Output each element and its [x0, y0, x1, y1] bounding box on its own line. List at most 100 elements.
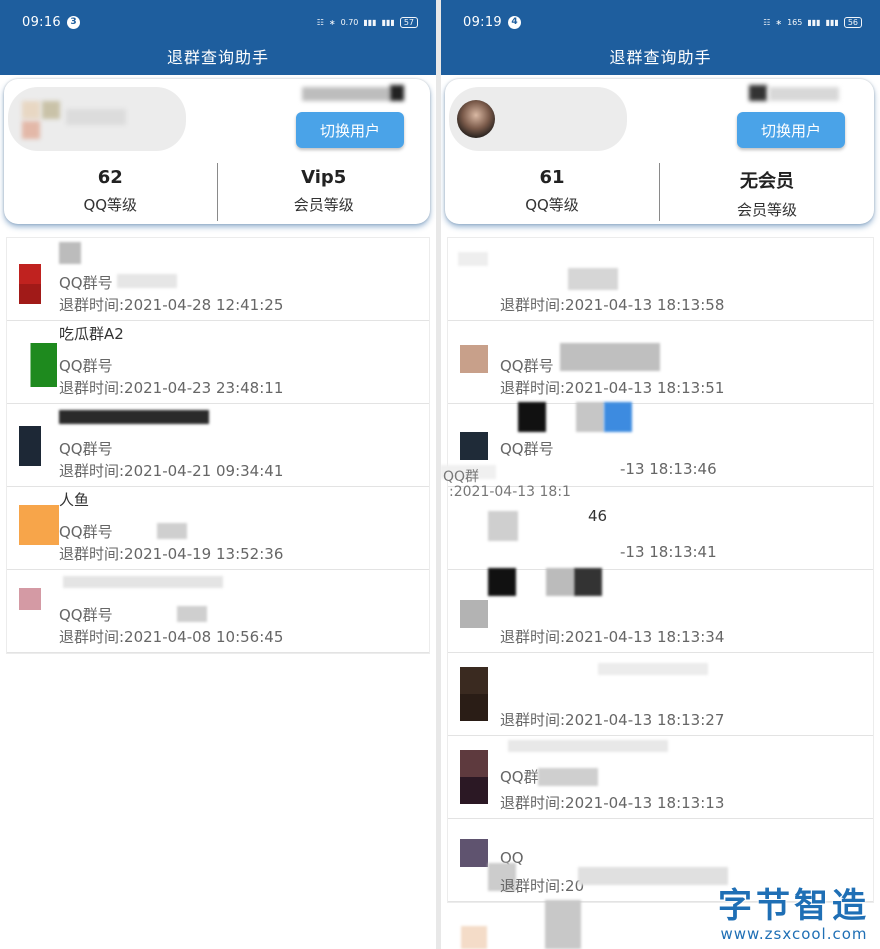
- quit-time: 退群时间:2021-04-13 18:13:13: [500, 794, 725, 812]
- quit-time: 退群时间:2021-04-08 10:56:45: [59, 628, 284, 646]
- vip-level-stat: Vip5 会员等级: [218, 159, 431, 221]
- list-item[interactable]: QQ群号 退群时间:2021-04-08 10:56:45: [7, 570, 429, 653]
- list-item[interactable]: 吃瓜群A2 QQ群号 退群时间:2021-04-23 23:48:11: [7, 321, 429, 404]
- group-avatar: [460, 667, 488, 721]
- list-item[interactable]: QQ群号 退群时间:2021-04-21 09:34:41: [7, 404, 429, 487]
- user-info-pill[interactable]: [449, 87, 627, 151]
- group-name-redacted: [574, 568, 602, 596]
- quit-group-list[interactable]: QQ群号 退群时间:2021-04-28 12:41:25 吃瓜群A2 QQ群号…: [6, 237, 430, 654]
- quit-time: 退群时间:2021-04-13 18:13:51: [500, 379, 725, 397]
- right-screen: 09:19 4 ☷ ∗ 165 ▮▮▮ ▮▮▮ 56 退群查询助手 切换用户 6…: [441, 0, 880, 949]
- qq-level-stat: 61 QQ等级: [445, 159, 659, 221]
- status-time: 09:16: [22, 14, 61, 30]
- list-item[interactable]: 退群时间:2021-04-13 18:13:34: [448, 568, 873, 653]
- group-name: 46: [588, 507, 608, 525]
- group-name-redacted: [518, 402, 546, 432]
- user-card: 切换用户 61 QQ等级 无会员 会员等级: [445, 79, 874, 224]
- quit-time: -13 18:13:41: [620, 543, 717, 561]
- switch-user-button[interactable]: 切换用户: [296, 112, 404, 148]
- page-title: 退群查询助手: [609, 48, 712, 67]
- group-id-label: QQ群号: [500, 440, 554, 458]
- group-id-redacted: [568, 268, 618, 290]
- vip-level-label: 会员等级: [293, 196, 354, 214]
- nickname-redacted: [66, 109, 126, 125]
- group-avatar: [19, 264, 41, 304]
- qq-level-value: 61: [539, 167, 565, 188]
- status-icons: ☷ ∗ 165 ▮▮▮ ▮▮▮ 56: [763, 16, 862, 28]
- signal-icon-2: ▮▮▮: [381, 17, 395, 27]
- group-avatar: [488, 511, 518, 541]
- signal-icon: ▮▮▮: [363, 17, 377, 27]
- signal-icon-2: ▮▮▮: [825, 17, 839, 27]
- list-item[interactable]: 人鱼 QQ群号 退群时间:2021-04-19 13:52:36: [7, 487, 429, 570]
- list-item[interactable]: QQ群号 退群时间:2021-04-13 18:13:51: [448, 321, 873, 404]
- group-avatar: [461, 926, 487, 949]
- group-id-label: QQ群号: [59, 357, 113, 375]
- network-speed: 0.70: [340, 17, 359, 27]
- qq-number-redacted: [769, 87, 839, 101]
- group-avatar: [460, 600, 488, 628]
- list-item[interactable]: QQ群 退群时间:2021-04-13 18:13:13: [448, 736, 873, 819]
- signal-icon: ▮▮▮: [807, 17, 821, 27]
- group-avatar: [460, 750, 488, 804]
- group-avatar: [460, 345, 488, 373]
- level-stats: 62 QQ等级 Vip5 会员等级: [4, 159, 430, 221]
- group-name-redacted: [508, 740, 668, 752]
- quit-time: 退群时间:2021-04-13 18:13:27: [500, 711, 725, 729]
- group-avatar: [460, 432, 488, 460]
- battery-icon: 56: [843, 16, 862, 28]
- list-item[interactable]: 退群时间:2021-04-13 18:13:58: [448, 238, 873, 321]
- bluetooth-icon: ∗: [328, 17, 336, 27]
- watermark-logo: 字节智造: [718, 886, 870, 926]
- battery-icon: 57: [399, 16, 418, 28]
- group-id-redacted: [117, 274, 177, 288]
- group-name-redacted: [63, 576, 223, 588]
- quit-time: 退群时间:2021-04-28 12:41:25: [59, 296, 284, 314]
- group-name-redacted: [604, 402, 632, 432]
- overlay-snippet: QQ群 :2021-04-13 18:1: [441, 466, 641, 506]
- group-id-label: QQ群号: [59, 274, 113, 292]
- qq-level-label: QQ等级: [525, 196, 579, 214]
- group-name-redacted: [59, 410, 209, 424]
- list-item[interactable]: 退群时间:2021-04-13 18:13:27: [448, 653, 873, 736]
- group-id-redacted: [560, 343, 660, 371]
- qq-level-stat: 62 QQ等级: [4, 159, 217, 221]
- quit-time: 退群时间:2021-04-19 13:52:36: [59, 545, 284, 563]
- left-screen: 09:16 3 ☷ ∗ 0.70 ▮▮▮ ▮▮▮ 57 退群查询助手 切换用户 …: [0, 0, 436, 949]
- group-name-redacted: [546, 568, 574, 596]
- quit-time: 退群时间:2021-04-23 23:48:11: [59, 379, 284, 397]
- network-speed: 165: [787, 17, 803, 27]
- group-avatar: [19, 426, 41, 466]
- group-name-redacted: [458, 252, 488, 266]
- watermark-url: www.zsxcool.com: [720, 925, 868, 943]
- list-item[interactable]: QQ群号 退群时间:2021-04-28 12:41:25: [7, 238, 429, 321]
- quit-time: 退群时间:2021-04-13 18:13:34: [500, 628, 725, 646]
- group-name-redacted: [576, 402, 604, 432]
- notification-count-badge: 3: [66, 15, 80, 29]
- redacted-block: [545, 900, 581, 949]
- app-bar: 09:16 3 ☷ ∗ 0.70 ▮▮▮ ▮▮▮ 57 退群查询助手: [0, 0, 436, 75]
- avatar-mosaic: [22, 101, 40, 119]
- vip-level-value: 无会员: [740, 171, 794, 192]
- status-bar: 09:16 3 ☷ ∗ 0.70 ▮▮▮ ▮▮▮ 57: [0, 0, 436, 44]
- group-id-label: QQ群: [500, 768, 539, 786]
- status-icons: ☷ ∗ 0.70 ▮▮▮ ▮▮▮ 57: [316, 16, 418, 28]
- overlay-time: :2021-04-13 18:1: [449, 484, 571, 500]
- status-time: 09:19: [463, 14, 502, 30]
- qq-level-label: QQ等级: [83, 196, 138, 214]
- group-avatar: [19, 505, 59, 545]
- group-id-redacted: [177, 606, 207, 622]
- switch-user-button[interactable]: 切换用户: [737, 112, 845, 148]
- avatar-mosaic: [42, 101, 60, 119]
- bluetooth-icon: ∗: [775, 17, 783, 27]
- quit-group-list[interactable]: 退群时间:2021-04-13 18:13:58 QQ群号 退群时间:2021-…: [441, 237, 874, 903]
- avatar-mosaic: [22, 121, 40, 139]
- group-id-redacted: [538, 768, 598, 786]
- group-id-redacted: [157, 523, 187, 539]
- app-bar: 09:19 4 ☷ ∗ 165 ▮▮▮ ▮▮▮ 56 退群查询助手: [441, 0, 880, 75]
- wifi-icon: ☷: [316, 17, 324, 27]
- watermark: 字节智造 www.zsxcool.com: [718, 878, 870, 943]
- user-info-pill[interactable]: [8, 87, 186, 151]
- user-avatar: [457, 100, 495, 138]
- group-name: 吃瓜群A2: [59, 325, 124, 343]
